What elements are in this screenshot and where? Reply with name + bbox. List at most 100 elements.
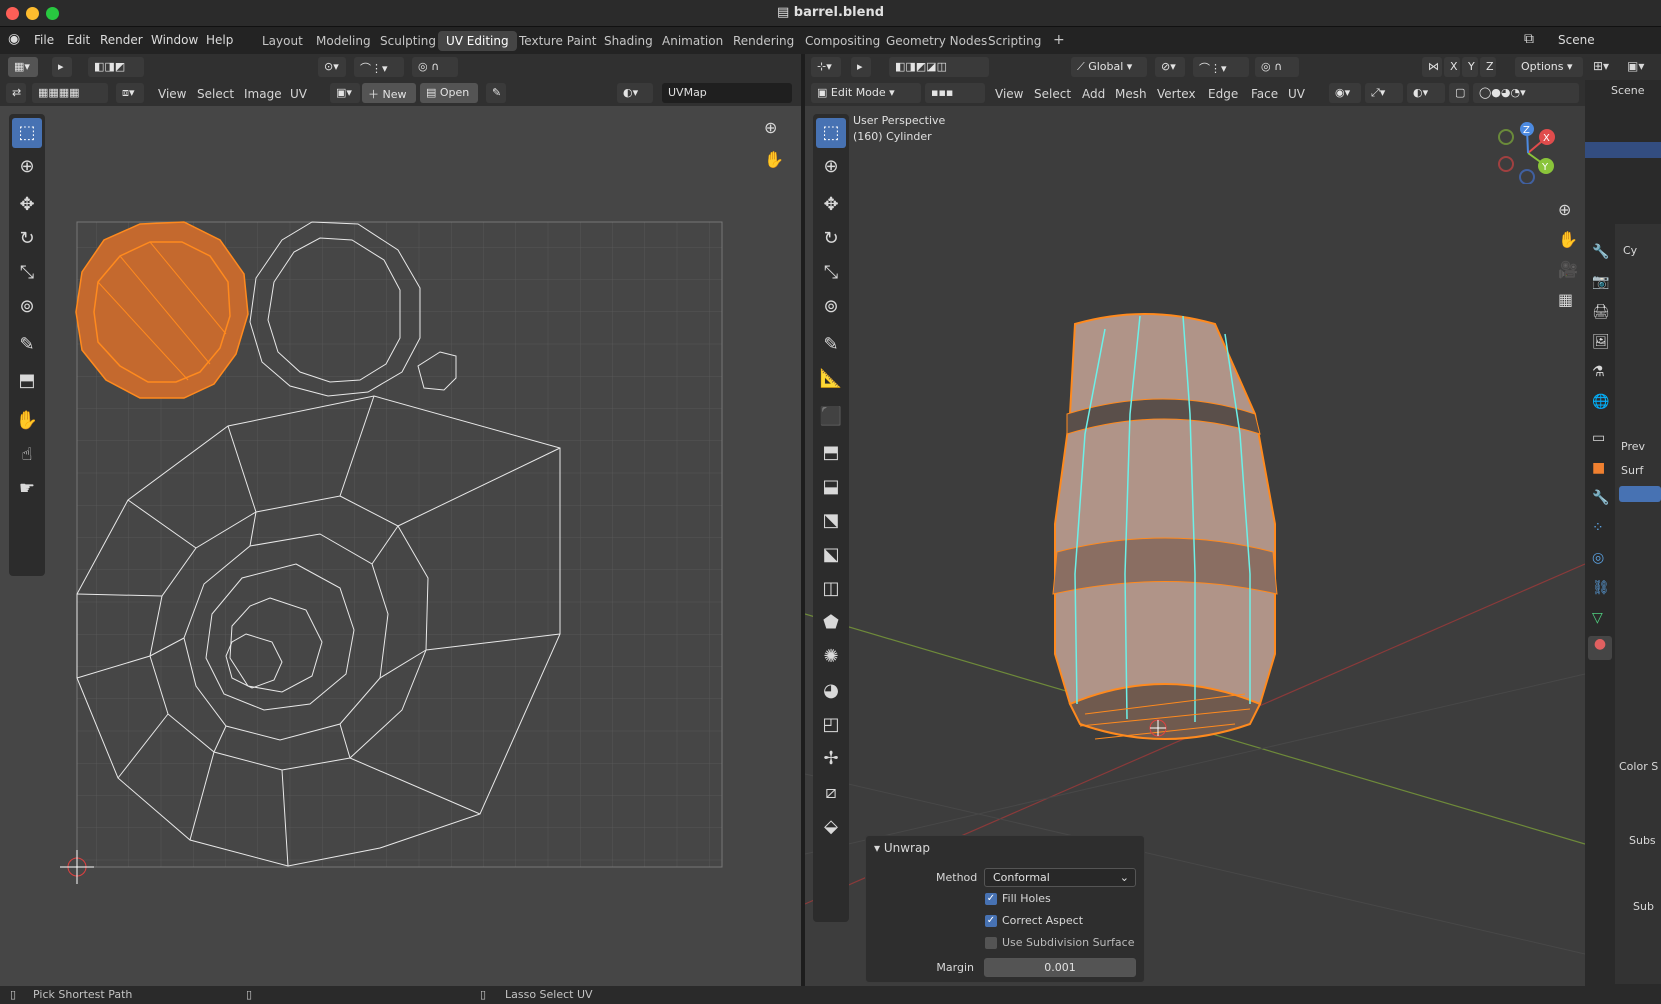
color-space-label: Color S <box>1619 760 1659 773</box>
fill-holes-checkbox[interactable]: ✓ <box>985 893 997 905</box>
vp-select-tool-icon[interactable]: ⬚ <box>816 118 846 148</box>
menu-help[interactable]: Help <box>206 33 233 47</box>
particles-tab-icon[interactable]: ⁘ <box>1592 520 1604 536</box>
outliner-header: ⊞▾ ▣▾ <box>1585 54 1661 80</box>
margin-label: Margin <box>936 961 974 974</box>
world-tab-icon[interactable]: 🌐 <box>1592 394 1609 410</box>
gizmo-z-label: Z <box>1523 125 1530 136</box>
outliner-filter-icon[interactable]: ▣▾ <box>1627 59 1644 73</box>
scene-name[interactable]: Scene <box>1558 33 1595 47</box>
surface-section[interactable]: Surf <box>1621 464 1643 477</box>
knife-tool-icon[interactable]: ◫ <box>816 574 846 604</box>
mouse-left-icon: ▯ <box>10 988 17 1001</box>
tab-modeling[interactable]: Modeling <box>308 31 379 51</box>
outliner-selected-row[interactable] <box>1585 142 1661 158</box>
preview-section[interactable]: Prev <box>1621 440 1645 453</box>
scene-tab-icon[interactable]: ⚗ <box>1592 364 1605 380</box>
tab-layout[interactable]: Layout <box>254 31 311 51</box>
menu-edit[interactable]: Edit <box>67 33 90 47</box>
subsurface-label: Subs <box>1629 834 1656 847</box>
bevel-tool-icon[interactable]: ⬔ <box>816 506 846 536</box>
vp-move-tool-icon[interactable]: ✥ <box>816 190 846 220</box>
tab-sculpting[interactable]: Sculpting <box>372 31 444 51</box>
menu-render[interactable]: Render <box>100 33 143 47</box>
add-workspace-icon[interactable]: + <box>1045 29 1073 49</box>
tool-tab-icon[interactable]: 🔧 <box>1592 244 1609 260</box>
spin-tool-icon[interactable]: ✺ <box>816 642 846 672</box>
menu-file[interactable]: File <box>34 33 54 47</box>
menu-window[interactable]: Window <box>151 33 198 47</box>
edge-slide-tool-icon[interactable]: ◰ <box>816 710 846 740</box>
tab-geometry-nodes[interactable]: Geometry Nodes <box>878 31 995 51</box>
status-middle-text: Lasso Select UV <box>505 988 593 1001</box>
barrel-mesh <box>1052 313 1278 740</box>
scene-icon[interactable]: ⧉ <box>1524 31 1534 47</box>
correct-aspect-label: Correct Aspect <box>1002 914 1084 927</box>
output-tab-icon[interactable]: 🖨 <box>1592 304 1610 320</box>
tab-animation[interactable]: Animation <box>654 31 731 51</box>
extrude-tool-icon[interactable]: ⬒ <box>816 438 846 468</box>
physics-tab-icon[interactable]: ◎ <box>1592 550 1604 566</box>
use-subsurf-label: Use Subdivision Surface <box>1002 936 1135 949</box>
smooth-tool-icon[interactable]: ◕ <box>816 676 846 706</box>
surface-shader-button[interactable] <box>1619 486 1661 502</box>
top-bar: ◉ File Edit Render Window Help Layout Mo… <box>0 27 1661 54</box>
fill-holes-label: Fill Holes <box>1002 892 1051 905</box>
mouse-right-icon: ▯ <box>480 988 487 1001</box>
vp-rotate-tool-icon[interactable]: ↻ <box>816 224 846 254</box>
material-tab-icon[interactable]: ● <box>1588 636 1612 660</box>
tab-compositing[interactable]: Compositing <box>797 31 888 51</box>
use-subsurf-checkbox[interactable] <box>985 937 997 949</box>
object-label: (160) Cylinder <box>853 130 932 143</box>
vp-pan-icon[interactable]: ✋ <box>1558 230 1578 249</box>
properties-tabs: 🔧 📷 🖨 🖼 ⚗ 🌐 ▭ ■ 🔧 ⁘ ◎ ⛓ ▽ ● <box>1585 224 1615 724</box>
vp-measure-tool-icon[interactable]: 📐 <box>816 364 846 394</box>
render-tab-icon[interactable]: 📷 <box>1592 274 1609 290</box>
tab-shading[interactable]: Shading <box>596 31 661 51</box>
view-layer-tab-icon[interactable]: 🖼 <box>1592 334 1610 350</box>
vp-zoom-icon[interactable]: ⊕ <box>1558 200 1571 219</box>
blender-logo-icon[interactable]: ◉ <box>8 31 20 47</box>
tab-scripting[interactable]: Scripting <box>980 31 1049 51</box>
vp-transform-tool-icon[interactable]: ⊚ <box>816 292 846 322</box>
camera-view-icon[interactable]: 🎥 <box>1558 260 1578 279</box>
shear-tool-icon[interactable]: ⧄ <box>816 778 846 808</box>
tab-uv-editing[interactable]: UV Editing <box>438 31 517 51</box>
vp-cursor-tool-icon[interactable]: ⊕ <box>816 152 846 182</box>
gizmo-x-label: X <box>1543 133 1550 144</box>
outliner-type-icon[interactable]: ⊞▾ <box>1593 59 1609 73</box>
uv-canvas[interactable] <box>0 54 801 986</box>
unwrap-panel-header[interactable]: ▾ Unwrap <box>874 841 930 855</box>
unwrap-panel: ▾ Unwrap Method Conformal ⌄ ✓ Fill Holes … <box>865 835 1145 983</box>
vp-scale-tool-icon[interactable]: ⤡ <box>816 258 846 288</box>
modifier-tab-icon[interactable]: 🔧 <box>1592 490 1609 506</box>
tab-texture-paint[interactable]: Texture Paint <box>511 31 604 51</box>
constraints-tab-icon[interactable]: ⛓ <box>1592 580 1610 596</box>
collapse-arrow-icon: ▾ <box>874 841 884 855</box>
rip-region-tool-icon[interactable]: ⬙ <box>816 812 846 842</box>
shrink-tool-icon[interactable]: ✢ <box>816 744 846 774</box>
gizmo-y-label: Y <box>1541 162 1549 173</box>
uv-editor: ▦▾ ▸ ◧◨◩ ⊙▾ ⌒⋮▾ ◎ ∩ ⇄ ▦▦▦▦ ⧈▾ View Selec… <box>0 54 801 986</box>
mouse-middle-icon: ▯ <box>246 988 253 1001</box>
collection-tab-icon[interactable]: ▭ <box>1592 430 1605 446</box>
file-icon: ▤ <box>776 5 794 20</box>
vp-annotate-tool-icon[interactable]: ✎ <box>816 330 846 360</box>
3d-cursor <box>1149 719 1167 737</box>
method-dropdown[interactable]: Conformal ⌄ <box>984 868 1136 887</box>
add-cube-tool-icon[interactable]: ⬛ <box>816 402 846 432</box>
inset-tool-icon[interactable]: ⬓ <box>816 472 846 502</box>
object-tab-icon[interactable]: ■ <box>1592 460 1605 476</box>
loop-cut-tool-icon[interactable]: ⬕ <box>816 540 846 570</box>
margin-field[interactable]: 0.001 <box>984 958 1136 977</box>
poly-build-tool-icon[interactable]: ⬟ <box>816 608 846 638</box>
title-bar: ▤ barrel.blend <box>0 0 1661 27</box>
subsurface-radius-label: Sub <box>1633 900 1654 913</box>
outliner-scene-item[interactable]: Scene <box>1611 84 1645 97</box>
correct-aspect-checkbox[interactable]: ✓ <box>985 915 997 927</box>
navigation-gizmo[interactable]: X Y Z <box>1497 122 1559 184</box>
tab-rendering[interactable]: Rendering <box>725 31 802 51</box>
data-tab-icon[interactable]: ▽ <box>1592 610 1603 626</box>
toggle-ortho-icon[interactable]: ▦ <box>1558 290 1573 309</box>
object-name-field[interactable]: Cy <box>1623 244 1637 257</box>
